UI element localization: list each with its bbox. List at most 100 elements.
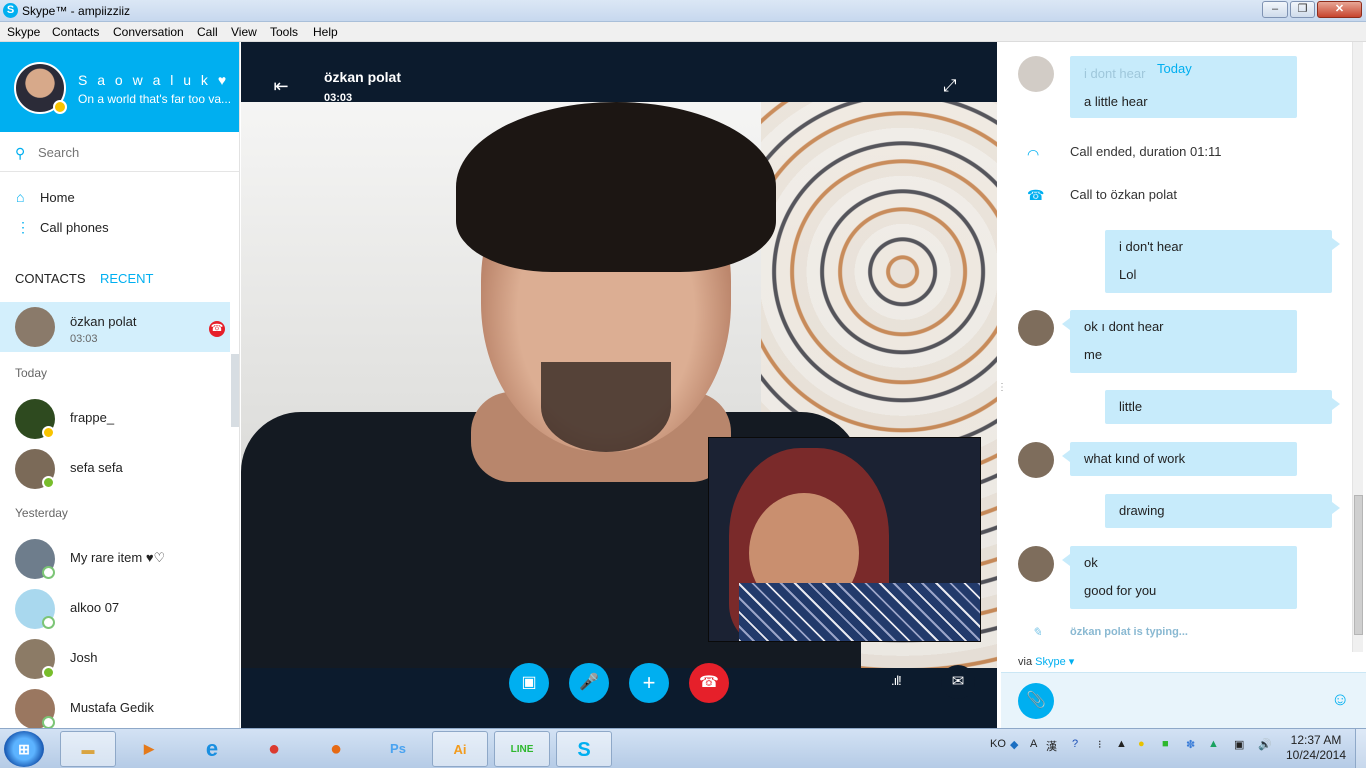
contact-tabs: CONTACTS RECENT bbox=[0, 268, 239, 290]
contact-name: alkoo 07 bbox=[70, 600, 120, 615]
fullscreen-expand-icon[interactable]: ⤢ bbox=[943, 76, 957, 96]
network-share-icon[interactable]: ✽ bbox=[1186, 738, 1195, 751]
date-divider-today: Today bbox=[1157, 61, 1192, 76]
chat-bubble-icon[interactable]: ✉ bbox=[941, 665, 975, 699]
message-text: good for you bbox=[1084, 583, 1157, 598]
status-online-icon bbox=[42, 666, 55, 679]
back-arrow-icon[interactable]: ⇤ bbox=[265, 70, 297, 102]
show-desktop-button[interactable] bbox=[1355, 729, 1366, 768]
via-label: via bbox=[1018, 656, 1033, 668]
menu-conversation[interactable]: Conversation bbox=[113, 25, 184, 39]
message-bubble-received: what kınd of work bbox=[1062, 442, 1297, 476]
status-away-icon bbox=[53, 100, 67, 114]
line-tray-icon[interactable]: ■ bbox=[1162, 738, 1169, 750]
message-composer: 📎 ☺ bbox=[1001, 672, 1366, 728]
google-drive-icon[interactable]: ▲ bbox=[1208, 738, 1219, 750]
call-controls: ▣ 🎤 + ☎ .ıl! ✉ bbox=[241, 663, 997, 728]
message-text: me bbox=[1084, 347, 1103, 362]
menu-bar: Skype Contacts Conversation Call View To… bbox=[0, 22, 1366, 42]
end-call-button[interactable]: ☎ bbox=[689, 663, 729, 703]
contact-item[interactable]: frappe_ bbox=[0, 394, 230, 444]
menu-view[interactable]: View bbox=[231, 25, 257, 39]
contact-item-active[interactable]: özkan polat 03:03 ☎ bbox=[0, 302, 230, 352]
photoshop-icon[interactable]: Ps bbox=[370, 731, 426, 767]
chat-scrollbar[interactable] bbox=[1352, 42, 1363, 652]
menu-tools[interactable]: Tools bbox=[270, 25, 298, 39]
contact-item[interactable]: Mustafa Gedik bbox=[0, 684, 230, 728]
internet-explorer-icon[interactable]: e bbox=[184, 731, 240, 767]
firefox-icon[interactable]: ● bbox=[308, 731, 364, 767]
ime-options-icon[interactable]: ⁝ bbox=[1098, 738, 1102, 751]
panel-resize-handle[interactable]: ⋮ bbox=[997, 382, 1007, 393]
message-input[interactable] bbox=[1067, 688, 1317, 712]
via-skype-dropdown[interactable]: Skype bbox=[1035, 656, 1066, 668]
end-call-icon[interactable]: ☎ bbox=[209, 321, 225, 337]
contact-item[interactable]: alkoo 07 bbox=[0, 584, 230, 634]
windows-taskbar: ⊞ ▬ ▶ e ● ● Ps Ai LINE S KO ◆ A 漢 ? ⁝ ▲ … bbox=[0, 728, 1366, 768]
contact-name: frappe_ bbox=[70, 410, 115, 425]
network-icon[interactable]: ▣ bbox=[1234, 738, 1244, 751]
volume-icon[interactable]: 🔊 bbox=[1258, 738, 1272, 751]
self-shirt bbox=[739, 583, 980, 641]
show-hidden-icons-icon[interactable]: ▲ bbox=[1116, 738, 1127, 750]
contact-item[interactable]: sefa sefa bbox=[0, 444, 230, 494]
help-icon[interactable]: ? bbox=[1072, 738, 1078, 750]
tab-contacts[interactable]: CONTACTS bbox=[15, 271, 86, 286]
menu-contacts[interactable]: Contacts bbox=[52, 25, 99, 39]
clock-time: 12:37 AM bbox=[1290, 733, 1342, 747]
tab-recent[interactable]: RECENT bbox=[100, 271, 153, 286]
message-text: ok bbox=[1084, 555, 1098, 570]
profile-header[interactable]: S a o w a l u k ♥ On a world that's far … bbox=[0, 42, 239, 132]
clock-date: 10/24/2014 bbox=[1285, 748, 1347, 762]
phone-icon: ☎ bbox=[1027, 187, 1045, 203]
emoticon-icon[interactable]: ☺ bbox=[1331, 689, 1349, 710]
menu-skype[interactable]: Skype bbox=[7, 25, 40, 39]
profile-name: S a o w a l u k ♥ bbox=[78, 72, 230, 88]
hanja-icon[interactable]: 漢 bbox=[1046, 738, 1057, 754]
chat-panel: ⋮ i dont hear a little hear Today ◠ Call… bbox=[997, 42, 1366, 728]
chrome-icon[interactable]: ● bbox=[246, 731, 302, 767]
line-app-icon[interactable]: LINE bbox=[494, 731, 550, 767]
signal-strength-icon[interactable]: .ıl! bbox=[891, 673, 902, 688]
ime-icon[interactable]: ◆ bbox=[1010, 738, 1018, 751]
message-avatar bbox=[1018, 310, 1054, 346]
sidebar-scrollbar[interactable] bbox=[231, 354, 239, 427]
language-indicator[interactable]: KO bbox=[990, 738, 1006, 750]
title-bar: S Skype™ - ampiizziiz – ❐ ✕ bbox=[0, 0, 1366, 22]
nav-call-phones[interactable]: ⋮ Call phones bbox=[0, 213, 239, 241]
call-to-text: Call to özkan polat bbox=[1070, 187, 1177, 202]
notification-icon[interactable]: ● bbox=[1138, 738, 1145, 750]
nav-home[interactable]: ⌂ Home bbox=[0, 183, 239, 211]
nav-home-label: Home bbox=[40, 190, 75, 205]
contact-item[interactable]: My rare item ♥♡ bbox=[0, 534, 230, 584]
maximize-button[interactable]: ❐ bbox=[1290, 1, 1315, 18]
menu-help[interactable]: Help bbox=[313, 25, 338, 39]
contact-item[interactable]: Josh bbox=[0, 634, 230, 684]
media-player-icon[interactable]: ▶ bbox=[121, 731, 177, 767]
attach-paperclip-icon[interactable]: 📎 bbox=[1018, 683, 1054, 719]
contact-call-duration: 03:03 bbox=[70, 333, 98, 345]
explorer-folder-icon[interactable]: ▬ bbox=[60, 731, 116, 767]
close-button[interactable]: ✕ bbox=[1317, 1, 1362, 18]
start-button[interactable]: ⊞ bbox=[4, 731, 44, 767]
illustrator-icon[interactable]: Ai bbox=[432, 731, 488, 767]
add-button[interactable]: + bbox=[629, 663, 669, 703]
contact-name: sefa sefa bbox=[70, 460, 123, 475]
minimize-button[interactable]: – bbox=[1262, 1, 1288, 18]
video-call-area: ⇤ özkan polat 03:03 ⤢ ▣ 🎤 + ☎ .ıl! ✉ bbox=[241, 42, 997, 728]
search-input[interactable] bbox=[38, 143, 228, 161]
chevron-down-icon[interactable]: ▾ bbox=[1069, 656, 1075, 668]
chat-scrollbar-thumb[interactable] bbox=[1354, 495, 1363, 635]
microphone-button[interactable]: 🎤 bbox=[569, 663, 609, 703]
menu-call[interactable]: Call bbox=[197, 25, 218, 39]
message-avatar bbox=[1018, 56, 1054, 92]
status-away-icon bbox=[42, 426, 55, 439]
taskbar-clock[interactable]: 12:37 AM 10/24/2014 bbox=[1285, 733, 1347, 763]
skype-taskbar-icon[interactable]: S bbox=[556, 731, 612, 767]
contact-avatar bbox=[15, 307, 55, 347]
message-bubble-sent: little bbox=[1105, 390, 1340, 424]
message-bubble-sent: i don't hear Lol bbox=[1105, 230, 1340, 293]
video-camera-button[interactable]: ▣ bbox=[509, 663, 549, 703]
message-bubble-received: ok ı dont hear me bbox=[1062, 310, 1297, 373]
input-mode-icon[interactable]: A bbox=[1030, 738, 1037, 750]
